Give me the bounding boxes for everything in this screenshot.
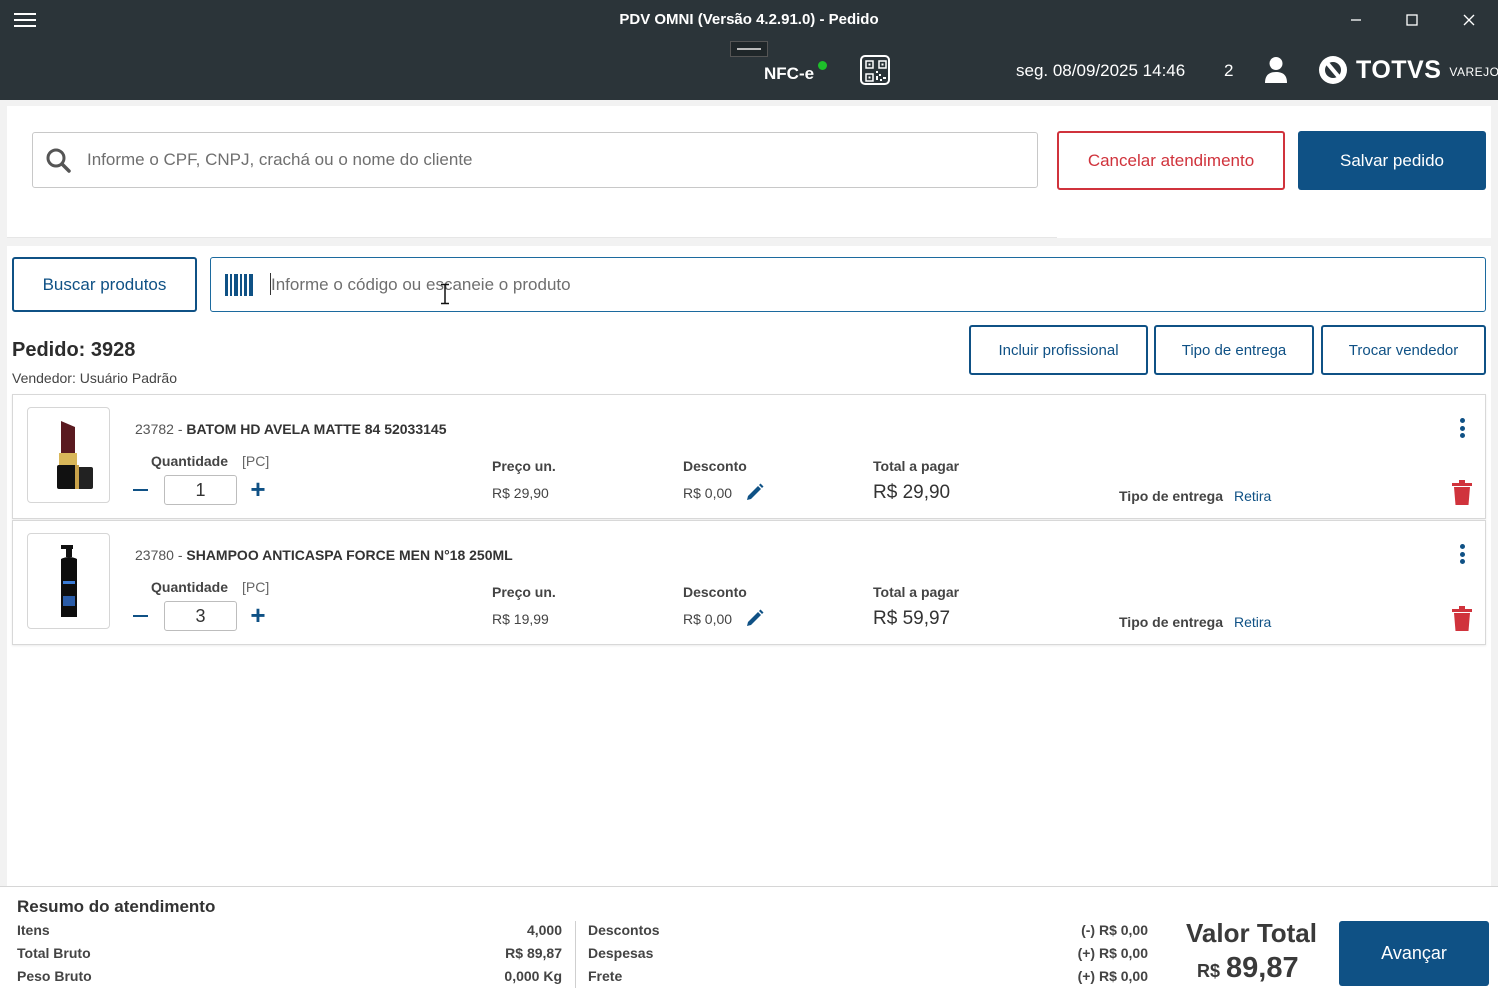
pdv-app: PDV OMNI (Versão 4.2.91.0) - Pedido NFC-… — [0, 0, 1498, 998]
printer-icon[interactable] — [730, 41, 768, 57]
change-seller-button[interactable]: Trocar vendedor — [1321, 325, 1486, 375]
total-label: Total a pagar — [873, 458, 960, 474]
increase-quantity-button[interactable]: + — [247, 476, 269, 502]
minimize-icon[interactable] — [1328, 0, 1384, 40]
close-icon[interactable] — [1441, 0, 1497, 40]
quantity-field[interactable]: 3 — [164, 601, 237, 631]
seller-label: Vendedor: Usuário Padrão — [12, 370, 177, 386]
pencil-icon[interactable] — [745, 608, 765, 628]
totvs-logo-icon — [1319, 56, 1347, 84]
total-value: R$ 29,90 — [873, 482, 951, 503]
window-title: PDV OMNI (Versão 4.2.91.0) - Pedido — [619, 11, 879, 28]
order-title: Pedido: 3928 — [12, 339, 136, 361]
unit-label: [PC] — [242, 579, 270, 595]
total-value: R$ 59,97 — [873, 608, 951, 629]
pending-count: 2 — [1224, 61, 1234, 80]
delivery-type-link[interactable]: Retira — [1234, 614, 1271, 630]
user-icon[interactable] — [1264, 56, 1288, 84]
total-value-label: Valor Total — [1186, 918, 1317, 948]
search-products-button[interactable]: Buscar produtos — [12, 257, 197, 312]
app-header: NFC-e seg. 08/09/2025 14:46 2 TOTVS VARE… — [0, 40, 1498, 100]
freight-label: Frete — [588, 968, 623, 984]
logo-subtext: VAREJO — [1449, 65, 1498, 79]
text-caret — [270, 273, 271, 295]
title-bar: PDV OMNI (Versão 4.2.91.0) - Pedido — [0, 0, 1498, 40]
quantity-label: Quantidade — [151, 579, 229, 595]
next-button[interactable]: Avançar — [1339, 921, 1489, 986]
logo-text: TOTVS — [1356, 55, 1442, 84]
include-professional-button[interactable]: Incluir profissional — [969, 325, 1148, 375]
total-currency: R$ — [1197, 961, 1221, 981]
cancel-service-button[interactable]: Cancelar atendimento — [1057, 131, 1285, 190]
gross-total-value: R$ 89,87 — [505, 945, 562, 961]
datetime: seg. 08/09/2025 14:46 — [1016, 61, 1186, 80]
search-icon — [46, 148, 71, 173]
qr-code-icon[interactable] — [860, 55, 890, 85]
delivery-type-button[interactable]: Tipo de entrega — [1154, 325, 1314, 375]
order-item: 23780 - SHAMPOO ANTICASPA FORCE MEN N°18… — [12, 520, 1486, 645]
freight-value: (+) R$ 0,00 — [1077, 968, 1148, 984]
order-item: 23782 - BATOM HD AVELA MATTE 84 52033145… — [12, 394, 1486, 519]
save-order-button[interactable]: Salvar pedido — [1298, 131, 1486, 190]
discount-value: R$ 0,00 — [683, 611, 733, 627]
gross-weight-label: Peso Bruto — [17, 968, 92, 984]
unit-price-value: R$ 29,90 — [492, 485, 549, 501]
delivery-type-label: Tipo de entrega — [1119, 614, 1223, 630]
decrease-quantity-button[interactable] — [131, 478, 149, 502]
trash-icon[interactable] — [1451, 606, 1473, 632]
product-search-box — [210, 257, 1486, 312]
summary-title: Resumo do atendimento — [17, 897, 216, 916]
client-search-box — [32, 132, 1038, 188]
trash-icon[interactable] — [1451, 480, 1473, 506]
maximize-icon[interactable] — [1384, 0, 1440, 40]
discount-value: R$ 0,00 — [683, 485, 733, 501]
items-label: Itens — [17, 922, 50, 938]
unit-label: [PC] — [242, 453, 270, 469]
pencil-icon[interactable] — [745, 482, 765, 502]
totvs-logo: TOTVS VAREJO — [1318, 54, 1498, 86]
item-name: 23782 - BATOM HD AVELA MATTE 84 52033145 — [135, 421, 447, 437]
product-search-input[interactable] — [253, 258, 1485, 311]
product-image — [27, 533, 110, 629]
expenses-value: (+) R$ 0,00 — [1077, 945, 1148, 961]
decrease-quantity-button[interactable] — [131, 604, 149, 628]
delivery-type-link[interactable]: Retira — [1234, 488, 1271, 504]
kebab-menu-icon[interactable] — [1457, 541, 1467, 567]
quantity-field[interactable]: 1 — [164, 475, 237, 505]
total-label: Total a pagar — [873, 584, 960, 600]
discounts-value: (-) R$ 0,00 — [1081, 922, 1148, 938]
items-value: 4,000 — [526, 922, 562, 938]
kebab-menu-icon[interactable] — [1457, 415, 1467, 441]
summary-separator — [575, 921, 576, 988]
item-name: 23780 - SHAMPOO ANTICASPA FORCE MEN N°18… — [135, 547, 513, 563]
unit-price-label: Preço un. — [492, 584, 556, 600]
delivery-type-label: Tipo de entrega — [1119, 488, 1223, 504]
nfce-status-indicator — [818, 61, 827, 70]
client-search-input[interactable] — [71, 133, 1037, 187]
gross-weight-value: 0,000 Kg — [504, 968, 562, 984]
ibeam-cursor-icon — [441, 283, 449, 305]
divider — [7, 237, 1057, 238]
unit-price-value: R$ 19,99 — [492, 611, 549, 627]
grand-total-value: 89,87 — [1226, 952, 1299, 984]
discount-label: Desconto — [683, 584, 747, 600]
nfce-label: NFC-e — [764, 64, 815, 83]
product-image — [27, 407, 110, 503]
quantity-label: Quantidade — [151, 453, 229, 469]
discounts-label: Descontos — [588, 922, 660, 938]
unit-price-label: Preço un. — [492, 458, 556, 474]
expenses-label: Despesas — [588, 945, 654, 961]
barcode-icon — [225, 273, 253, 296]
gross-total-label: Total Bruto — [17, 945, 91, 961]
increase-quantity-button[interactable]: + — [247, 602, 269, 628]
discount-label: Desconto — [683, 458, 747, 474]
